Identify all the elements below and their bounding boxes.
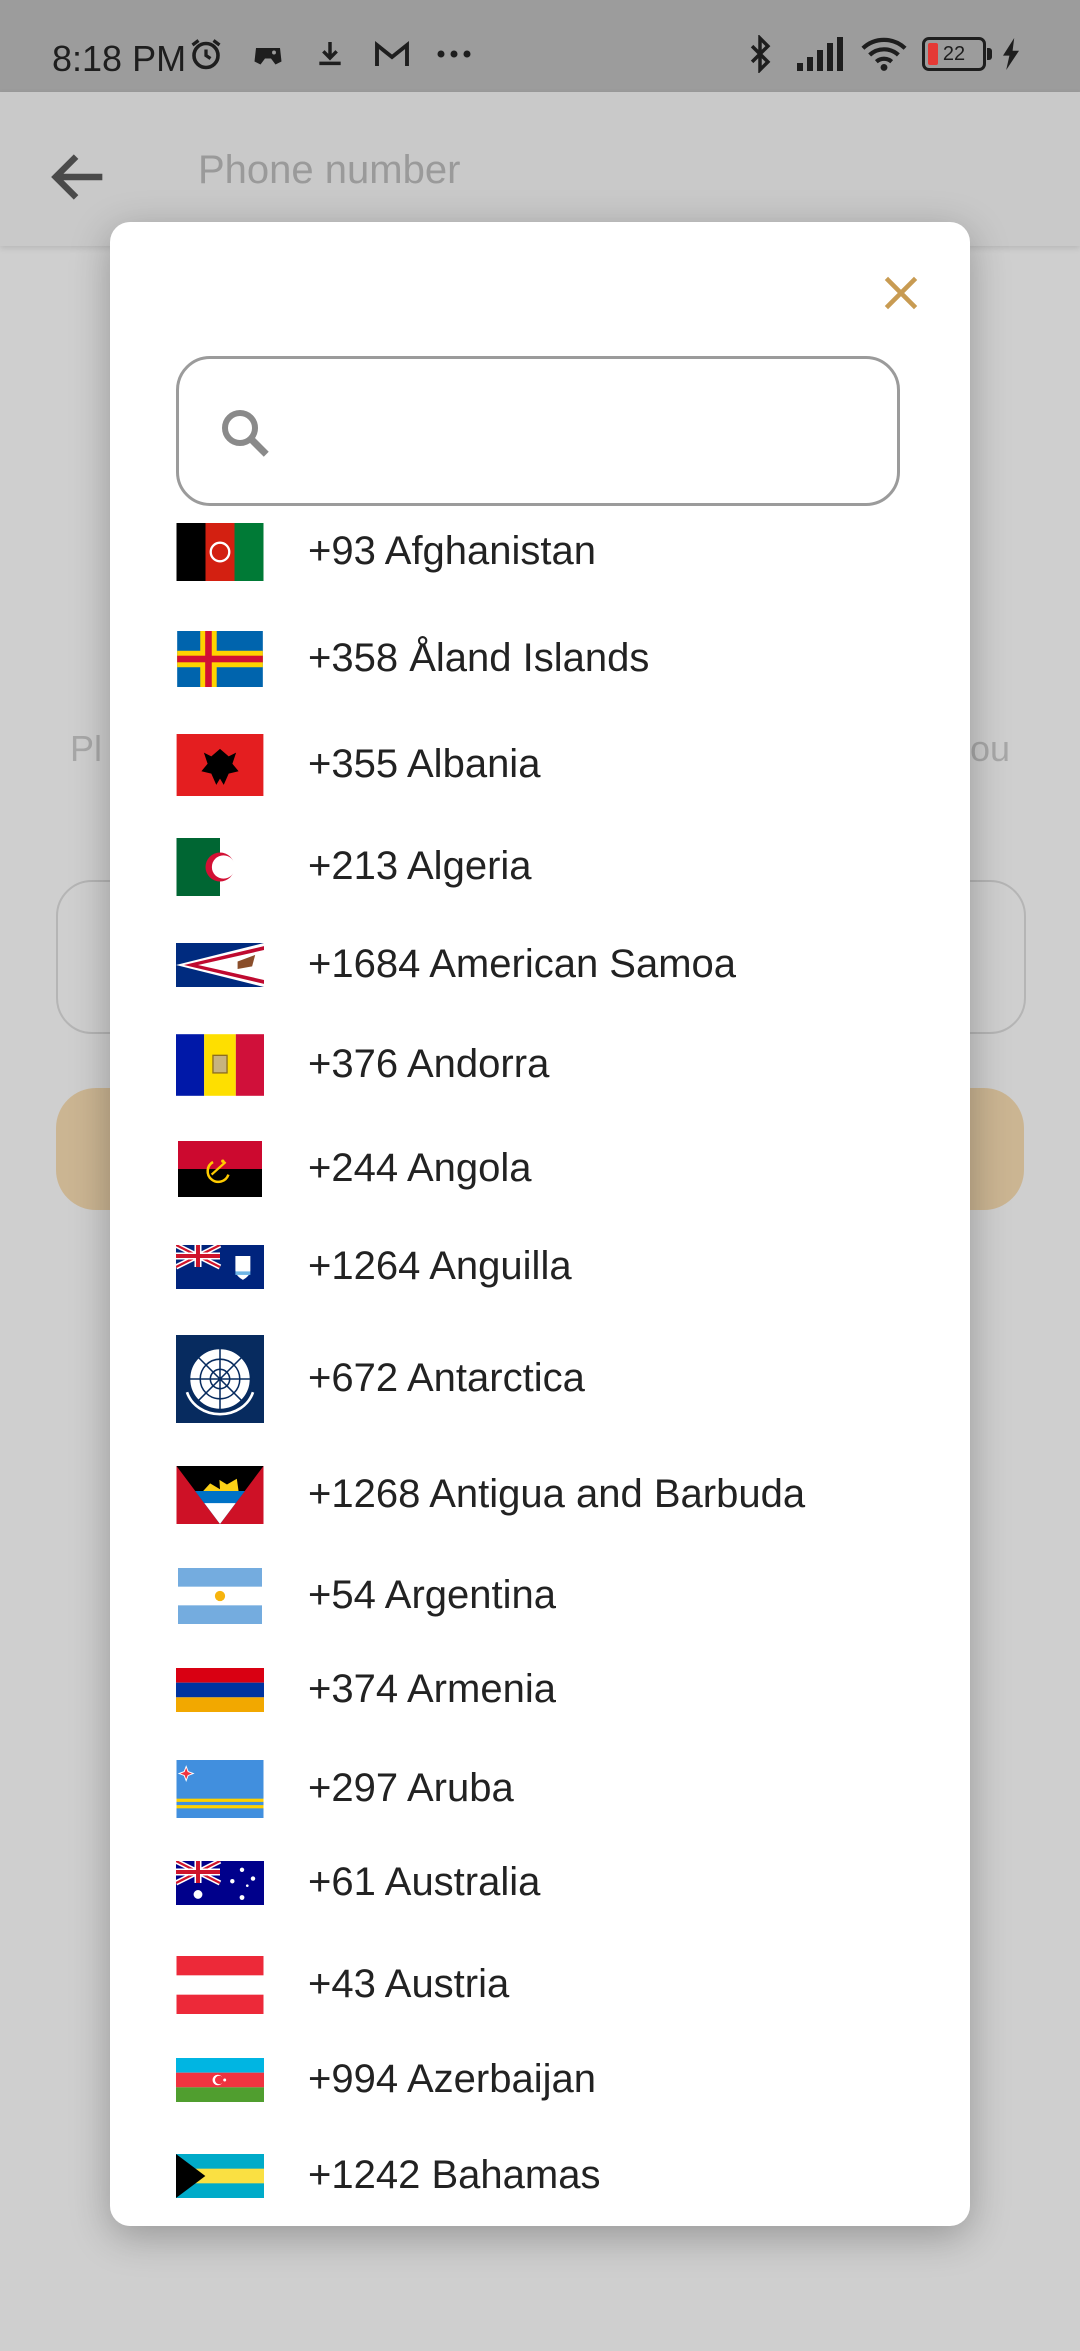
country-label: +672 Antarctica (308, 1356, 585, 1400)
country-label: +213 Algeria (308, 844, 532, 888)
country-item[interactable]: +93 Afghanistan (110, 522, 970, 582)
austria-flag (176, 1956, 266, 2014)
country-item[interactable]: +1268 Antigua and Barbuda (110, 1466, 970, 1524)
status-bar: 8:18 PM 22 (0, 0, 1080, 92)
country-label: +54 Argentina (308, 1573, 556, 1617)
country-item[interactable]: +1684 American Samoa (110, 942, 970, 988)
status-time: 8:18 PM (52, 38, 187, 79)
signal-icon (794, 34, 846, 74)
anguilla-flag (176, 1245, 266, 1289)
page-title: Phone number (198, 148, 461, 192)
afghanistan-flag (176, 523, 266, 581)
country-item[interactable]: +374 Armenia (110, 1667, 970, 1712)
country-label: +43 Austria (308, 1962, 510, 2006)
country-item[interactable]: +672 Antarctica (110, 1334, 970, 1424)
angola-flag (176, 1141, 266, 1197)
download-icon (310, 34, 350, 74)
close-button[interactable] (876, 268, 926, 318)
country-label: +1242 Bahamas (308, 2153, 601, 2197)
country-item[interactable]: +358 Åland Islands (110, 630, 970, 688)
country-item[interactable]: +244 Angola (110, 1140, 970, 1198)
bahamas-flag (176, 2154, 266, 2198)
search-box[interactable] (176, 356, 900, 506)
battery-level: 22 (942, 42, 966, 65)
country-item[interactable]: +43 Austria (110, 1956, 970, 2014)
alarm-icon (186, 34, 226, 74)
status-icons-right: 22 (740, 34, 1022, 74)
country-label: +61 Australia (308, 1860, 541, 1904)
arrow-left-icon (51, 154, 103, 200)
australia-flag (176, 1861, 266, 1905)
country-label: +93 Afghanistan (308, 529, 597, 573)
gmail-icon (372, 34, 412, 74)
albania-flag (176, 734, 266, 796)
country-label: +1268 Antigua and Barbuda (308, 1472, 806, 1516)
azerbaijan-flag (176, 2058, 266, 2102)
american-samoa-flag (176, 942, 266, 988)
country-label: +376 Andorra (308, 1042, 550, 1086)
country-label: +358 Åland Islands (308, 636, 650, 680)
country-list[interactable]: +93 Afghanistan +358 Åland Islands +355 … (110, 222, 970, 2226)
armenia-flag (176, 1668, 266, 1712)
aland-islands-flag (176, 631, 266, 687)
country-label: +297 Aruba (308, 1766, 514, 1810)
country-label: +355 Albania (308, 742, 541, 786)
charging-icon (1000, 34, 1022, 74)
country-item[interactable]: +1264 Anguilla (110, 1244, 970, 1290)
close-icon (884, 276, 918, 310)
country-item[interactable]: +54 Argentina (110, 1568, 970, 1624)
country-label: +1684 American Samoa (308, 942, 737, 986)
country-picker-dialog: +93 Afghanistan +358 Åland Islands +355 … (110, 222, 970, 2226)
game-icon (248, 34, 288, 74)
more-dots-icon (434, 34, 474, 74)
back-button[interactable] (44, 142, 114, 212)
country-label: +244 Angola (308, 1146, 532, 1190)
search-icon (222, 410, 269, 457)
country-item[interactable]: +376 Andorra (110, 1034, 970, 1096)
aruba-flag (176, 1760, 266, 1818)
bluetooth-icon (740, 34, 780, 74)
argentina-flag (176, 1568, 266, 1624)
status-icons-left (186, 34, 474, 74)
background-text-right: ou (970, 728, 1011, 769)
country-item[interactable]: +1242 Bahamas (110, 2153, 970, 2198)
antarctica-flag (176, 1335, 266, 1423)
antigua-and-barbuda-flag (176, 1466, 266, 1524)
country-item[interactable]: +213 Algeria (110, 838, 970, 896)
country-label: +1264 Anguilla (308, 1244, 572, 1288)
battery-icon: 22 (922, 37, 992, 71)
country-item[interactable]: +355 Albania (110, 734, 970, 796)
algeria-flag (176, 838, 266, 896)
country-label: +374 Armenia (308, 1667, 556, 1711)
country-item[interactable]: +61 Australia (110, 1860, 970, 1906)
andorra-flag (176, 1034, 266, 1096)
country-label: +994 Azerbaijan (308, 2057, 597, 2101)
wifi-icon (860, 34, 908, 74)
country-item[interactable]: +297 Aruba (110, 1760, 970, 1818)
country-item[interactable]: +994 Azerbaijan (110, 2057, 970, 2102)
background-text-left: Pl (70, 728, 103, 769)
search-input[interactable] (289, 379, 873, 487)
